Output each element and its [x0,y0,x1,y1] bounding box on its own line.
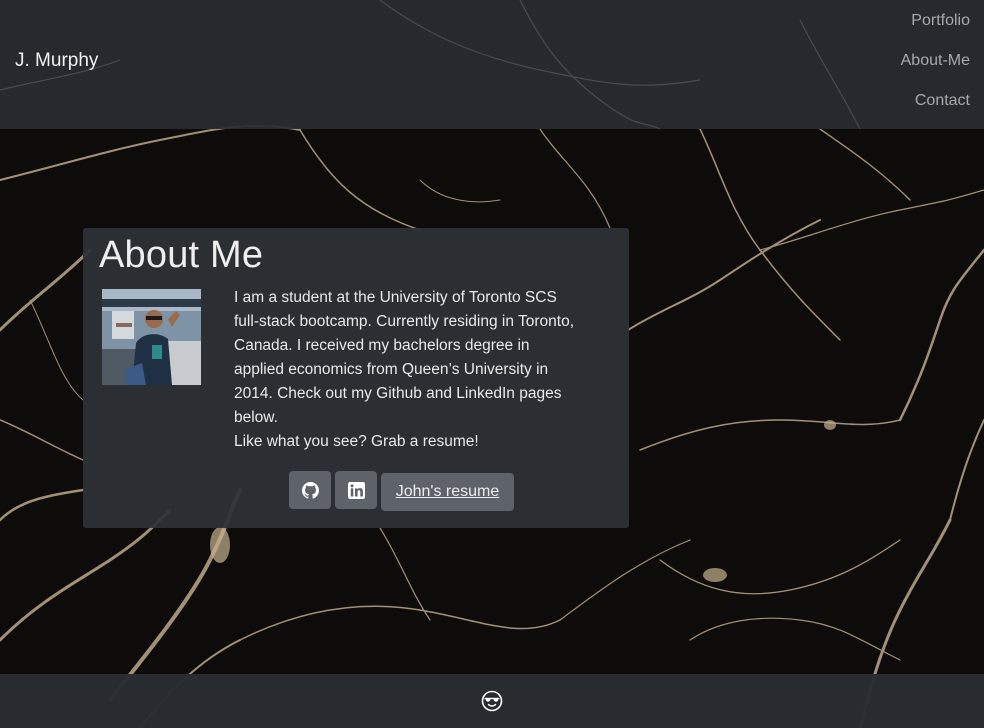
nav-link-portfolio[interactable]: Portfolio [901,0,970,40]
about-title: About Me [99,234,264,276]
bio: I am a student at the University of Toro… [234,286,574,454]
nav-links: Portfolio About-Me Contact [901,0,970,120]
profile-photo [102,289,201,385]
about-card: About Me I am a student at the Universit… [83,228,629,528]
footer [0,674,984,728]
avatar [102,289,201,385]
sunglasses-emoji-icon [481,690,503,712]
linkedin-icon [347,481,365,499]
nav-link-contact[interactable]: Contact [901,80,970,120]
bio-cta: Like what you see? Grab a resume! [234,433,479,450]
navbar: J. Murphy Portfolio About-Me Contact [0,0,984,129]
github-button[interactable] [289,471,331,509]
bio-text: I am a student at the University of Toro… [234,289,575,426]
navbar-texture [0,0,861,129]
resume-button[interactable]: John's resume [381,473,514,511]
brand-link[interactable]: J. Murphy [15,50,98,72]
linkedin-button[interactable] [335,471,377,509]
github-icon [301,481,319,499]
nav-link-about-me[interactable]: About-Me [901,40,970,80]
